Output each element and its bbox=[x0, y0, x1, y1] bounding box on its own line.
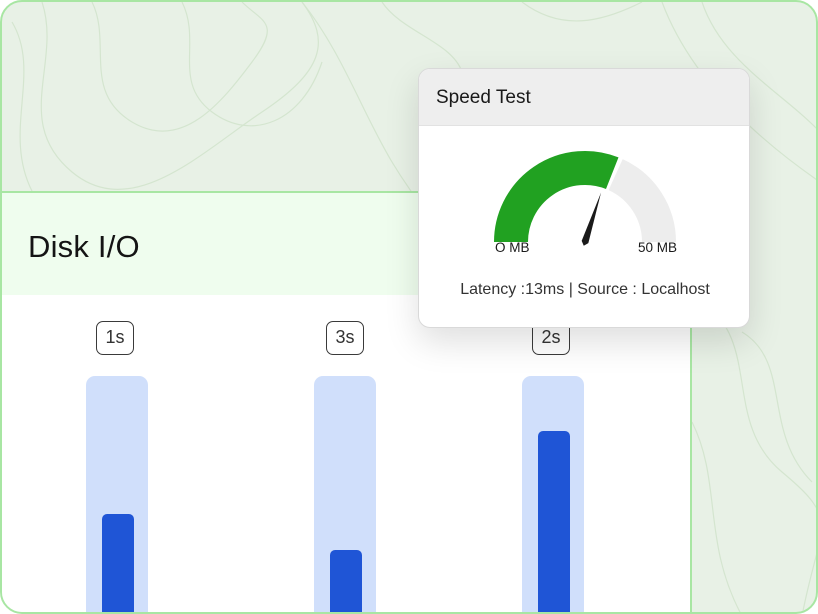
disk-io-title: Disk I/O bbox=[28, 229, 140, 264]
bar-fill bbox=[330, 550, 362, 612]
bar-label: 3s bbox=[326, 321, 364, 355]
bar-track bbox=[86, 376, 148, 612]
speed-test-card: Speed Test O MB 50 MB Latency :13ms | So… bbox=[418, 68, 750, 328]
gauge-max-label: 50 MB bbox=[638, 240, 678, 255]
gauge-needle bbox=[581, 192, 602, 246]
bar-track bbox=[314, 376, 376, 612]
speed-gauge bbox=[494, 151, 676, 246]
bar-track bbox=[522, 376, 584, 612]
speed-test-info: Latency :13ms | Source : Localhost bbox=[460, 281, 710, 298]
bar-fill bbox=[102, 514, 134, 612]
gauge-track bbox=[607, 159, 676, 243]
gauge-min-label: O MB bbox=[495, 240, 530, 255]
speed-test-title: Speed Test bbox=[419, 69, 749, 126]
bar-label: 1s bbox=[96, 321, 134, 355]
bar-fill bbox=[538, 431, 570, 612]
